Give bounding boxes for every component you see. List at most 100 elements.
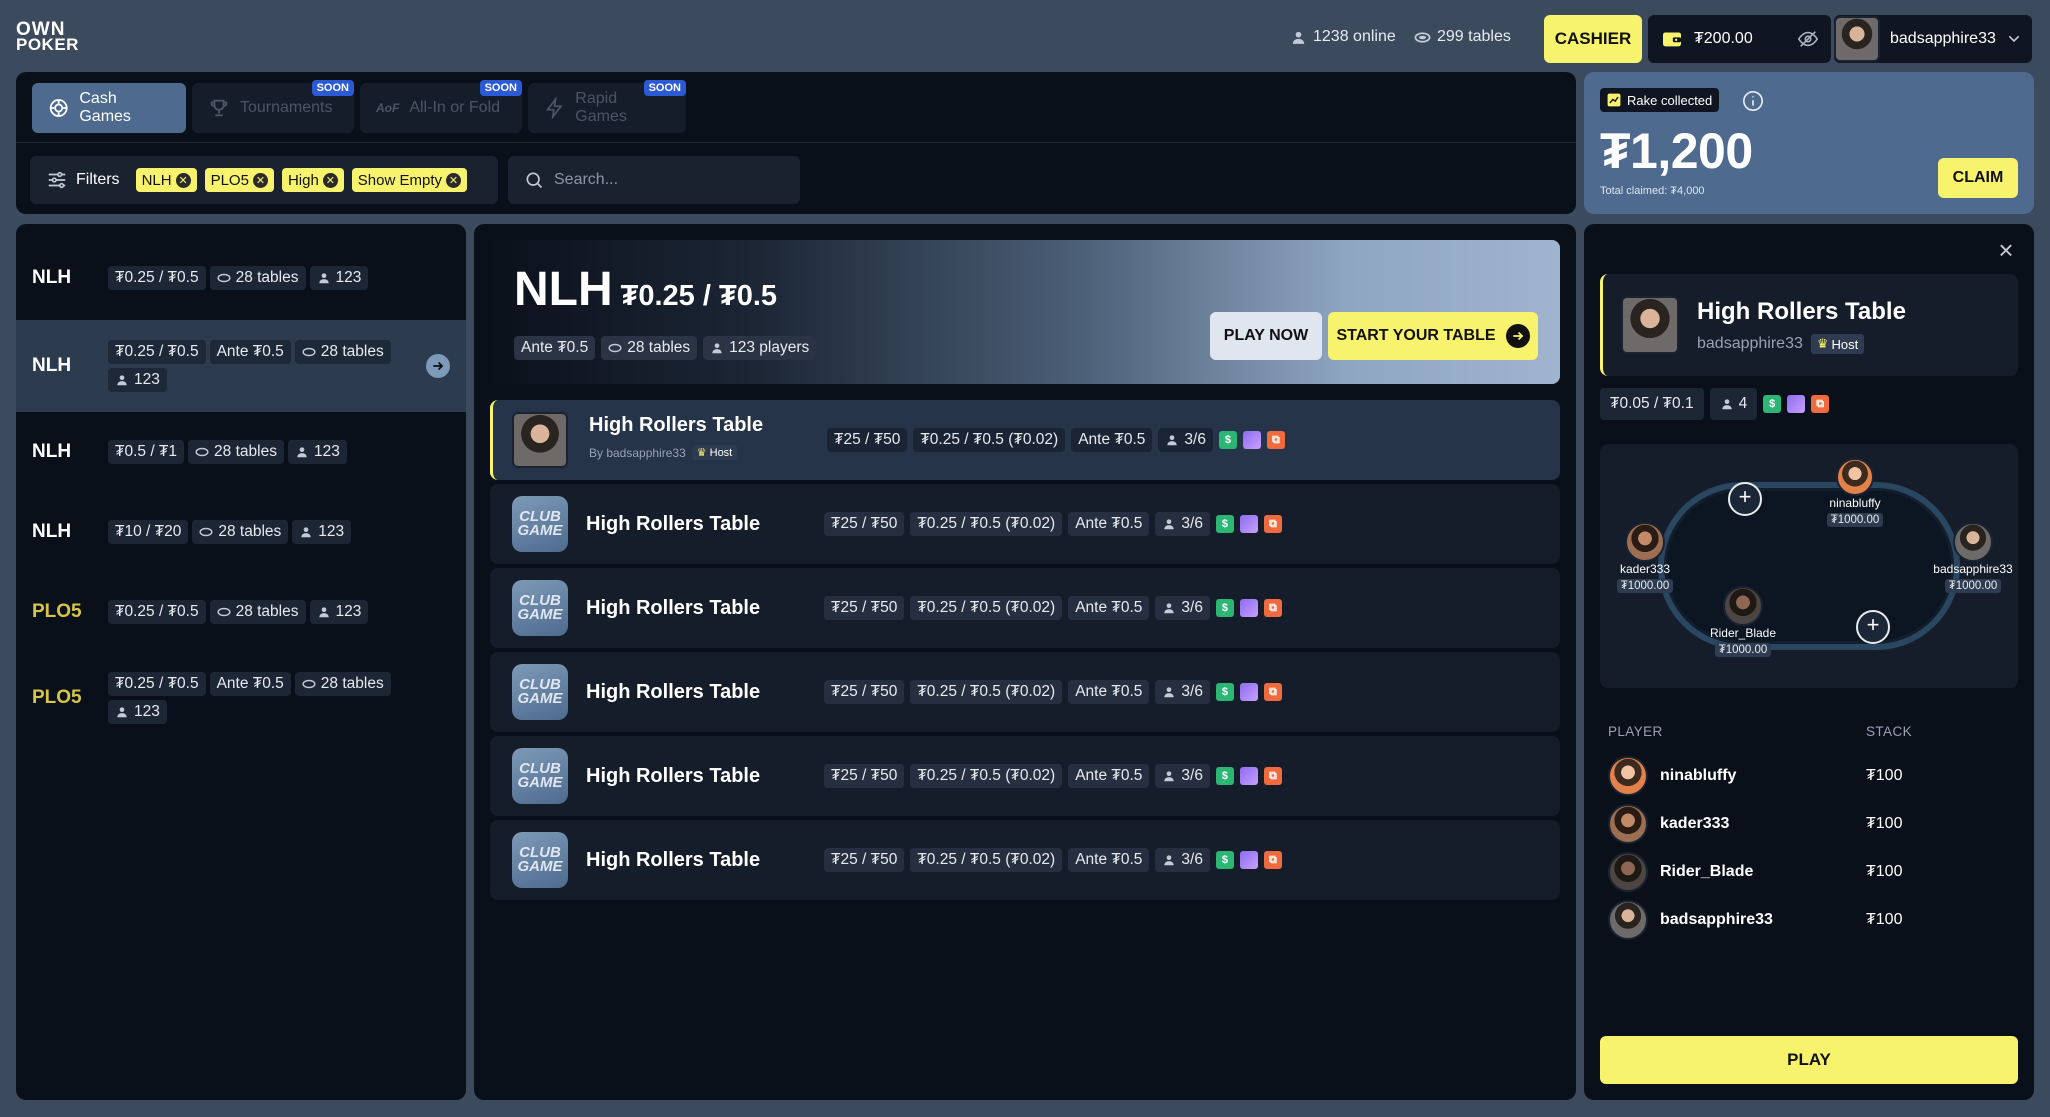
dollar-icon: $ <box>1215 767 1234 785</box>
balance-amount: ₮200.00 <box>1694 30 1753 47</box>
search-box[interactable]: Search... <box>508 156 800 204</box>
tab-rapid-games[interactable]: Rapid Games SOON <box>528 80 686 133</box>
empty-seat-plus-icon[interactable]: + <box>1728 482 1762 516</box>
game-row[interactable]: NLH ₮10 / ₮20 28 tables 123 <box>16 492 466 572</box>
eye-off-icon[interactable] <box>1797 28 1819 50</box>
start-table-label: START YOUR TABLE <box>1336 327 1496 344</box>
filter-chip-nlh[interactable]: NLH ✕ <box>135 168 197 192</box>
user-icon <box>117 375 127 386</box>
seat-ninabluffy[interactable]: ninabluffy ₮1000.00 <box>1800 458 1910 528</box>
player-avatar <box>1608 900 1648 940</box>
tables-pill: 28 tables <box>192 520 289 544</box>
seat-rider-blade[interactable]: Rider_Blade ₮1000.00 <box>1688 586 1798 658</box>
filter-chip-plo5[interactable]: PLO5 ✕ <box>204 168 274 192</box>
tab-cash-games[interactable]: Cash Games <box>32 83 186 133</box>
soon-badge: SOON <box>479 80 522 96</box>
chip-label: Show Empty <box>357 171 442 189</box>
cards-icon <box>1239 683 1258 701</box>
aof-icon: AoF <box>376 101 400 115</box>
start-table-button[interactable]: START YOUR TABLE <box>1328 312 1538 360</box>
table-row[interactable]: CLUB GAME High Rollers Table ₮25 / ₮50 ₮0… <box>490 568 1560 648</box>
remove-icon[interactable]: ✕ <box>322 172 338 188</box>
cards-icon <box>1239 599 1258 617</box>
host-avatar <box>512 412 568 468</box>
tab-label: Tournaments <box>240 99 333 116</box>
club-l2: GAME <box>517 690 563 707</box>
seats-count: 3/6 <box>1181 683 1203 700</box>
game-row[interactable]: NLH ₮0.5 / ₮1 28 tables 123 <box>16 412 466 492</box>
user-icon <box>318 273 329 284</box>
filter-bar: Filters NLH ✕ PLO5 ✕ High ✕ Show Empty ✕ <box>30 156 498 204</box>
player-name: kader333 <box>1660 815 1730 832</box>
game-row[interactable]: PLO5 ₮0.25 / ₮0.5 28 tables 123 <box>16 572 466 652</box>
table-row[interactable]: CLUB GAME High Rollers Table ₮25 / ₮50 ₮0… <box>490 736 1560 816</box>
remove-icon[interactable]: ✕ <box>175 172 191 188</box>
buyin-pill: ₮25 / ₮50 <box>824 512 905 536</box>
seat-badsapphire33[interactable]: badsapphire33 ₮1000.00 <box>1918 522 2028 594</box>
table-row[interactable]: CLUB GAME High Rollers Table ₮25 / ₮50 ₮0… <box>490 652 1560 732</box>
blinds-pill: ₮0.25 / ₮0.5 (₮0.02) <box>910 512 1063 536</box>
players-count: 123 <box>134 371 160 388</box>
players-pill: 123 <box>309 600 369 624</box>
tables-count: 28 tables <box>320 675 384 692</box>
total-claimed: Total claimed: ₮4,000 <box>1600 185 1705 197</box>
filter-chip-show-empty[interactable]: Show Empty ✕ <box>351 168 467 192</box>
ante-pill: Ante ₮0.5 <box>209 672 291 696</box>
game-row-selected[interactable]: NLH ₮0.25 / ₮0.5 Ante ₮0.5 28 tables 123 <box>16 320 466 412</box>
player-name: Rider_Blade <box>1660 863 1754 880</box>
buyin-pill: ₮25 / ₮50 <box>824 680 905 704</box>
user-avatar <box>1834 16 1880 62</box>
table-row-selected[interactable]: High Rollers Table By badsapphire33 ♛ Hos… <box>490 400 1560 480</box>
blinds-pill: ₮0.25 / ₮0.5 (₮0.02) <box>910 764 1063 788</box>
balance-box[interactable]: ₮200.00 <box>1648 15 1831 63</box>
table-icon <box>608 343 622 353</box>
close-icon[interactable]: × <box>1994 237 2018 264</box>
search-input[interactable]: Search... <box>554 171 618 189</box>
buyin-pill: ₮25 / ₮50 <box>824 596 905 620</box>
stakes-pill: ₮0.5 / ₮1 <box>108 440 185 464</box>
claim-button[interactable]: CLAIM <box>1938 158 2018 198</box>
seat-stack: ₮1000.00 <box>1826 513 1884 527</box>
tab-tournaments[interactable]: Tournaments SOON <box>192 80 354 133</box>
tab-all-in-or-fold[interactable]: AoF All-In or Fold SOON <box>360 80 522 133</box>
info-icon[interactable] <box>1742 90 1764 112</box>
host-label: Host <box>709 446 733 459</box>
user-icon <box>712 343 722 354</box>
arrow-right-icon[interactable] <box>426 354 450 378</box>
play-now-button[interactable]: PLAY NOW <box>1210 312 1322 360</box>
player-row: kader333 ₮100 <box>1608 804 2008 844</box>
players-pill: 123 <box>292 520 352 544</box>
seats-pill: 3/6 <box>1155 848 1210 872</box>
rake-label: Rake collected <box>1627 92 1713 108</box>
stakes-pill: ₮10 / ₮20 <box>108 520 189 544</box>
seat-kader333[interactable]: kader333 ₮1000.00 <box>1590 522 1700 594</box>
game-row[interactable]: PLO5 ₮0.25 / ₮0.5 Ante ₮0.5 28 tables 12… <box>16 652 466 744</box>
rake-amount: ₮1,200 <box>1600 123 1753 179</box>
table-row[interactable]: CLUB GAME High Rollers Table ₮25 / ₮50 ₮0… <box>490 820 1560 900</box>
empty-seat-plus-icon[interactable]: + <box>1856 610 1890 644</box>
table-row[interactable]: CLUB GAME High Rollers Table ₮25 / ₮50 ₮0… <box>490 484 1560 564</box>
play-button[interactable]: PLAY <box>1600 1036 2018 1084</box>
copy-icon: ⧉ <box>1263 599 1282 617</box>
remove-icon[interactable]: ✕ <box>252 172 268 188</box>
soon-badge: SOON <box>643 80 686 96</box>
logo-line2: POKER <box>16 35 79 54</box>
sliders-icon[interactable] <box>46 169 68 191</box>
player-name: badsapphire33 <box>1660 911 1773 928</box>
seats-count: 3/6 <box>1181 851 1203 868</box>
user-menu[interactable]: badsapphire33 <box>1834 15 2032 63</box>
app-logo[interactable]: OWN POKER <box>16 20 100 56</box>
table-name: High Rollers Table <box>589 414 764 436</box>
table-name: High Rollers Table <box>586 764 761 787</box>
ante-pill: Ante ₮0.5 <box>1068 680 1150 704</box>
player-avatar <box>1608 756 1648 796</box>
game-row[interactable]: NLH ₮0.25 / ₮0.5 28 tables 123 <box>16 232 466 324</box>
remove-icon[interactable]: ✕ <box>446 172 461 188</box>
dollar-icon: $ <box>1215 683 1234 701</box>
cashier-button[interactable]: CASHIER <box>1544 15 1642 63</box>
user-icon <box>1164 687 1175 698</box>
lightning-icon <box>545 97 563 119</box>
filters-label[interactable]: Filters <box>76 171 120 189</box>
soon-badge: SOON <box>311 80 354 96</box>
filter-chip-high[interactable]: High ✕ <box>281 168 344 192</box>
